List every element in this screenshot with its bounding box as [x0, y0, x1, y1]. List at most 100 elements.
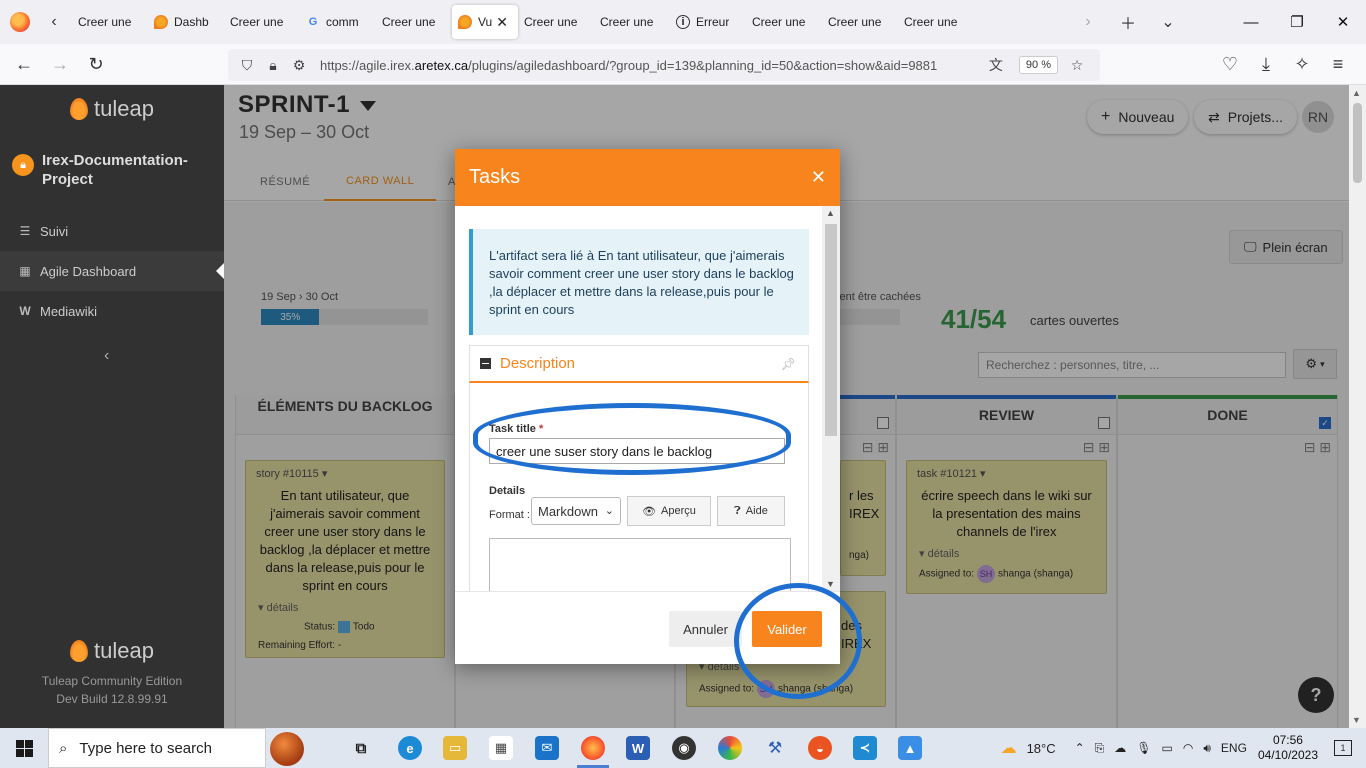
window-close-icon[interactable]: ✕ [1320, 0, 1366, 44]
tuleap-logo[interactable]: tuleap [0, 89, 224, 129]
microphone-icon[interactable]: 🎙︎ [1136, 741, 1151, 755]
pin-icon[interactable]: 📌︎ [781, 357, 796, 371]
browser-tab[interactable]: Creer une [822, 5, 898, 39]
downloads-icon[interactable]: ⤓ [1248, 48, 1284, 80]
browser-tab[interactable]: Creer une [376, 5, 452, 39]
scroll-thumb[interactable] [825, 224, 837, 436]
browser-tab[interactable]: i Erreur [670, 5, 746, 39]
photos-icon[interactable]: ▲ [898, 736, 922, 760]
notifications-icon[interactable]: 1 [1334, 740, 1352, 756]
browser-tab[interactable]: Creer une [518, 5, 594, 39]
word-icon[interactable]: W [626, 736, 650, 760]
bookmark-star-icon[interactable]: ☆ [1066, 57, 1088, 74]
new-tab-icon[interactable]: ＋ [1108, 0, 1148, 44]
app-icon[interactable]: ◒ [808, 736, 832, 760]
onedrive-icon[interactable]: ☁ [1114, 741, 1126, 755]
browser-tab-active[interactable]: Vu ✕ [452, 5, 518, 39]
scroll-down-icon[interactable]: ▼ [1352, 715, 1361, 725]
tab-label: Creer une [78, 15, 132, 29]
menu-icon[interactable]: ≡ [1320, 48, 1356, 80]
device-icon[interactable]: ⎘ [1095, 741, 1105, 756]
google-favicon-icon: G [308, 16, 318, 28]
annotation-circle-submit [734, 583, 862, 699]
extensions-icon[interactable]: ✧ [1284, 48, 1320, 80]
description-section-header[interactable]: Description 📌︎ [469, 345, 809, 383]
weather-temperature[interactable]: 18°C [1027, 741, 1056, 756]
browser-tab[interactable]: Creer une [746, 5, 822, 39]
volume-icon[interactable]: 🔊︎ [1203, 741, 1211, 756]
sidebar-item-label: Agile Dashboard [40, 263, 137, 279]
collapse-minus-icon[interactable] [480, 358, 491, 369]
modal-scrollbar[interactable]: ▲ ▼ [822, 206, 840, 591]
tab-list-chevron-down-icon[interactable]: ⌄ [1148, 0, 1188, 44]
battery-icon[interactable]: ▭ [1162, 741, 1173, 755]
language-indicator[interactable]: ENG [1221, 741, 1247, 755]
modal-header: Tasks ✕ [455, 149, 840, 206]
clock[interactable]: 07:56 04/10/2023 [1258, 733, 1318, 763]
back-arrow-icon[interactable]: ← [6, 48, 42, 80]
zoom-level[interactable]: 90 % [1018, 56, 1058, 74]
format-select[interactable]: Markdown ⌄ [531, 497, 621, 525]
minimize-icon[interactable]: — [1228, 0, 1274, 44]
forward-arrow-icon[interactable]: → [42, 48, 78, 80]
scroll-up-icon[interactable]: ▲ [1352, 88, 1361, 98]
tool-app-icon[interactable]: ⚒ [763, 736, 787, 760]
wifi-icon[interactable]: ◠ [1183, 741, 1193, 755]
preview-button[interactable]: 👁︎ Aperçu [627, 496, 711, 526]
project-header[interactable]: 🔒︎ Irex-Documentation-Project [0, 129, 224, 189]
help-button[interactable]: ❓︎ Aide [717, 496, 785, 526]
scroll-down-icon[interactable]: ▼ [826, 579, 835, 589]
url-bar[interactable]: ⛉ 🔒︎ ⚙ https://agile.irex.aretex.ca/plug… [228, 49, 1100, 81]
url-path: /plugins/agiledashboard/?group_id=139&pl… [468, 57, 938, 73]
taskbar-search[interactable]: ⌕ Type here to search [48, 728, 266, 768]
firefox-icon[interactable] [10, 12, 30, 32]
scroll-up-icon[interactable]: ▲ [826, 208, 835, 218]
cancel-button[interactable]: Annuler [669, 611, 742, 647]
obs-icon[interactable]: ◉ [672, 736, 696, 760]
store-icon[interactable]: ▦ [489, 736, 513, 760]
tab-list-back-icon[interactable]: ‹ [42, 10, 66, 34]
browser-tabstrip: ‹ Creer une Dashb Creer une Gcomm Creer … [0, 0, 1366, 44]
sidebar-item-mediawiki[interactable]: W Mediawiki [0, 291, 224, 331]
weather-icon[interactable]: ☁ [1001, 738, 1017, 758]
tab-scroll-right-icon[interactable]: › [1068, 0, 1108, 44]
mail-icon[interactable]: ✉ [535, 736, 559, 760]
reload-icon[interactable]: ↻ [78, 48, 114, 80]
tab-close-icon[interactable]: ✕ [496, 14, 508, 31]
page-scrollbar[interactable]: ▲ ▼ [1349, 85, 1366, 728]
translate-icon[interactable]: 文 [985, 55, 1007, 75]
scroll-thumb[interactable] [1353, 103, 1362, 183]
pocket-icon[interactable]: ♡ [1212, 48, 1248, 80]
notification-count: 1 [1340, 743, 1346, 753]
lock-icon[interactable]: 🔒︎ [262, 57, 284, 74]
browser-tab[interactable]: Dashb [148, 5, 224, 39]
link-info-box: L'artifact sera lié à En tant utilisateu… [469, 229, 809, 335]
color-app-icon[interactable] [718, 736, 742, 760]
sidebar-item-agile-dashboard[interactable]: ▦ Agile Dashboard [0, 251, 224, 291]
search-highlight-planet-icon[interactable] [270, 732, 304, 766]
sidebar-collapse-icon[interactable]: ‹ [104, 347, 109, 365]
url-text[interactable]: https://agile.irex.aretex.ca/plugins/agi… [320, 58, 985, 73]
browser-tab[interactable]: Creer une [224, 5, 300, 39]
browser-tab[interactable]: Gcomm [300, 5, 376, 39]
chevron-up-icon[interactable]: ⌃ [1075, 741, 1085, 755]
start-button[interactable] [0, 728, 48, 768]
browser-tab[interactable]: Creer une [594, 5, 670, 39]
edge-icon[interactable]: e [398, 736, 422, 760]
details-textarea[interactable] [489, 538, 791, 591]
tuleap-favicon-icon [154, 15, 168, 29]
close-icon[interactable]: ✕ [811, 167, 826, 188]
file-explorer-icon[interactable]: ▭ [443, 736, 467, 760]
restore-icon[interactable]: ❐ [1274, 0, 1320, 44]
browser-tab[interactable]: Creer une [72, 5, 148, 39]
vscode-icon[interactable]: ≺ [853, 736, 877, 760]
tab-label: Dashb [174, 15, 209, 29]
task-view-icon[interactable]: ⧉ [349, 736, 373, 760]
shield-icon[interactable]: ⛉ [236, 57, 258, 74]
sidebar-item-suivi[interactable]: ☰ Suivi [0, 211, 224, 251]
firefox-taskbar-icon[interactable] [581, 736, 605, 760]
taskbar-search-placeholder: Type here to search [79, 739, 212, 757]
permissions-icon[interactable]: ⚙ [288, 57, 310, 74]
browser-tab[interactable]: Creer une [898, 5, 974, 39]
clock-date: 04/10/2023 [1257, 748, 1318, 762]
